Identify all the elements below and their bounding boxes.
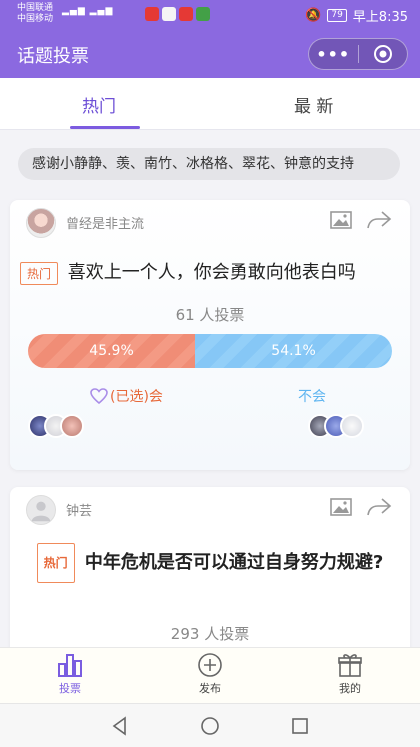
author-name[interactable]: 曾经是非主流	[66, 213, 144, 232]
vote-count: 61 人投票	[175, 306, 245, 324]
option-right[interactable]: 不会	[298, 386, 326, 406]
avatar[interactable]	[26, 208, 56, 238]
status-time: 早上8:35	[352, 10, 408, 25]
system-nav-bar	[0, 703, 420, 747]
hot-badge: 热门	[20, 261, 59, 285]
poll-question[interactable]: 热门 喜欢上一个人，你会勇敢向他表白吗	[20, 258, 404, 285]
option-left-segment[interactable]: 45.9%	[28, 334, 196, 368]
tab-bar: 热门 最 新	[0, 78, 420, 130]
carrier-1: 中国联通	[17, 3, 54, 13]
share-icon[interactable]	[366, 210, 392, 230]
avatar	[340, 414, 364, 438]
carrier-info: 中国联通 中国移动	[17, 3, 53, 25]
signal-icon: ▂▄▆ ▂▄▆	[62, 6, 114, 16]
target-circle-icon[interactable]	[358, 44, 407, 64]
chart-icon	[58, 654, 82, 677]
poll-card[interactable]: 钟芸 热门 中年危机是否可以通过自身努力规避? 293 人投票	[10, 487, 410, 657]
app-icon	[196, 7, 210, 21]
gift-icon	[338, 654, 362, 677]
recents-icon[interactable]	[290, 716, 310, 736]
plus-circle-icon	[198, 653, 222, 677]
option-left[interactable]: (已选)会	[90, 386, 163, 406]
avatar[interactable]	[26, 495, 56, 525]
tab-new[interactable]: 最 新	[294, 92, 333, 117]
app-icon	[162, 7, 176, 21]
nav-post-label: 发布	[199, 682, 221, 695]
right-voters	[308, 414, 364, 438]
app-icon	[145, 7, 159, 21]
heart-icon	[90, 388, 108, 404]
carrier-2: 中国移动	[17, 14, 54, 24]
nav-mine[interactable]: 我的	[310, 652, 390, 696]
hot-badge: 热门	[36, 543, 75, 583]
home-icon[interactable]	[200, 716, 220, 736]
share-icon[interactable]	[366, 497, 392, 517]
image-icon[interactable]	[330, 211, 352, 229]
header: 话题投票 •••	[0, 30, 420, 78]
nav-vote[interactable]: 投票	[30, 652, 110, 696]
tab-hot[interactable]: 热门	[82, 92, 116, 117]
notification-icons	[145, 7, 210, 21]
poll-question[interactable]: 热门 中年危机是否可以通过自身努力规避?	[10, 543, 410, 583]
author-name[interactable]: 钟芸	[66, 500, 92, 519]
top-bar: 中国联通 中国移动 ▂▄▆ ▂▄▆ 🔕 79 早上8:35 话题投票 •••	[0, 0, 420, 78]
thanks-banner: 感谢小静静、羡、南竹、冰格格、翠花、钟意的支持	[18, 148, 400, 180]
left-voters	[28, 414, 84, 438]
bottom-nav: 投票 发布 我的	[0, 647, 420, 703]
image-icon[interactable]	[330, 498, 352, 516]
question-text: 中年危机是否可以通过自身努力规避?	[84, 552, 384, 573]
back-icon[interactable]	[110, 716, 130, 736]
avatar	[60, 414, 84, 438]
option-left-label: (已选)会	[110, 389, 163, 405]
miniprogram-capsule: •••	[308, 38, 408, 70]
question-text: 喜欢上一个人，你会勇敢向他表白吗	[67, 262, 356, 283]
mute-icon: 🔕	[305, 8, 322, 23]
nav-mine-label: 我的	[339, 682, 361, 695]
battery-icon: 79	[327, 9, 347, 22]
status-bar: 中国联通 中国移动 ▂▄▆ ▂▄▆ 🔕 79 早上8:35	[0, 0, 420, 30]
more-dots-icon[interactable]: •••	[309, 45, 358, 64]
vote-count: 293 人投票	[170, 625, 250, 643]
option-right-segment[interactable]: 54.1%	[195, 334, 392, 368]
vote-progress-bar[interactable]: 45.9% 54.1%	[28, 334, 392, 368]
page-title: 话题投票	[17, 46, 89, 67]
nav-post[interactable]: 发布	[170, 652, 250, 696]
tab-underline	[70, 126, 140, 129]
status-right: 🔕 79 早上8:35	[305, 6, 408, 25]
app-icon	[179, 7, 193, 21]
poll-card[interactable]: 曾经是非主流 热门 喜欢上一个人，你会勇敢向他表白吗 61 人投票 45.9% …	[10, 200, 410, 470]
nav-vote-label: 投票	[59, 682, 81, 695]
